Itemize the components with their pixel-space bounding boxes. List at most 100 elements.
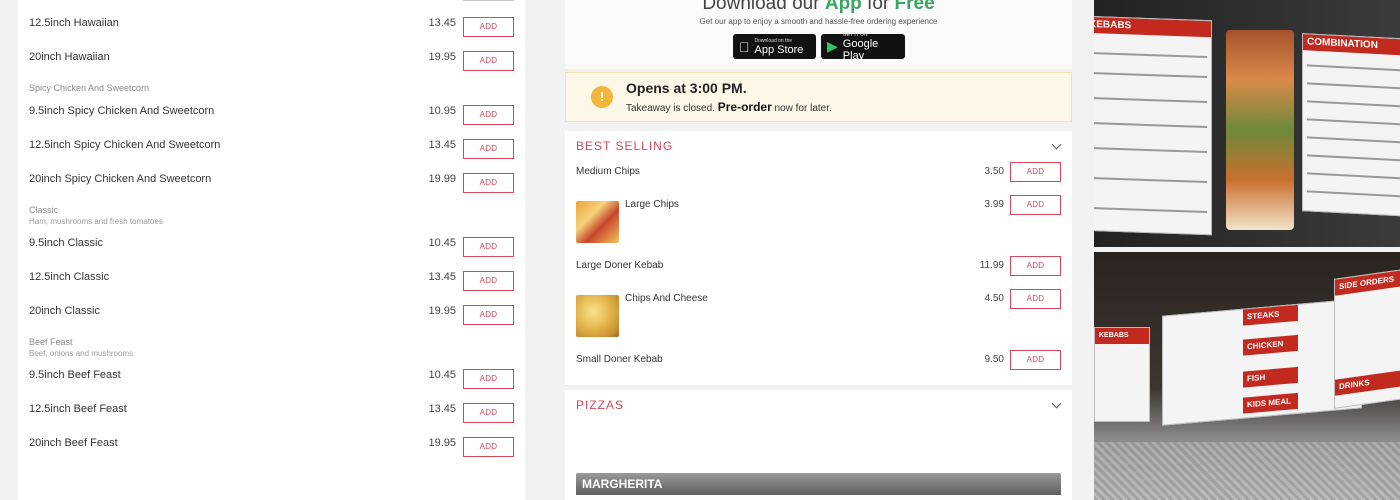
item-price: 10.45 — [428, 369, 456, 381]
item-price: 13.45 — [428, 271, 456, 283]
board-title: COMBINATION — [1303, 34, 1400, 56]
menu-item: 12.5inch Classic 13.45 ADD — [18, 270, 525, 294]
item-name: 20inch Spicy Chicken And Sweetcorn — [29, 173, 212, 185]
item-name: 20inch Hawaiian — [29, 51, 110, 63]
item-price: 3.50 — [984, 166, 1004, 177]
item-price: 19.95 — [428, 305, 456, 317]
menu-item: 20inch Classic 19.95 ADD — [18, 304, 525, 328]
best-selling-category: BEST SELLING Medium Chips 3.50 ADD Large… — [565, 131, 1072, 385]
shop-photo-menu-boards[interactable]: KEBABS STEAKS CHICKEN FISH KIDS MEAL SID… — [1094, 252, 1400, 500]
add-button[interactable]: ADD — [1010, 162, 1061, 182]
category-title[interactable]: BEST SELLING — [576, 139, 673, 153]
add-button[interactable]: ADD — [463, 17, 514, 37]
cheesy-chips-image[interactable] — [576, 295, 619, 337]
add-button[interactable]: ADD — [1010, 289, 1061, 309]
add-button[interactable]: ADD — [463, 51, 514, 71]
menu-board: KEBABS — [1094, 15, 1212, 236]
add-button[interactable]: ADD — [463, 271, 514, 291]
chevron-down-icon[interactable] — [1051, 139, 1062, 150]
section-title: Beef Feast — [29, 337, 73, 347]
item-price: 13.45 — [428, 403, 456, 415]
add-button[interactable]: ADD — [463, 437, 514, 457]
add-button[interactable]: ADD — [463, 173, 514, 193]
item-name: 12.5inch Hawaiian — [29, 17, 119, 29]
shop-photo-menu-boards[interactable]: KEBABS COMBINATION — [1094, 0, 1400, 247]
menu-item: 12.5inch Beef Feast 13.45 ADD — [18, 402, 525, 426]
add-button[interactable]: ADD — [463, 305, 514, 325]
app-store-big-text: App Store — [744, 43, 804, 56]
later-text: now for later. — [774, 103, 832, 114]
closed-text: Takeaway is closed. — [626, 103, 715, 114]
board-title: KEBABS — [1094, 16, 1211, 38]
category-title[interactable]: PIZZAS — [576, 398, 624, 412]
item-name: 12.5inch Spicy Chicken And Sweetcorn — [29, 139, 221, 151]
promo-headline: Download our App for Free — [565, 0, 1072, 15]
item-name: Chips And Cheese — [625, 293, 708, 304]
menu-item: 20inch Beef Feast 19.95 ADD — [18, 436, 525, 460]
item-price: 11.99 — [979, 260, 1004, 271]
section-header: Beef Feast Beef, onions and mushrooms — [29, 337, 133, 359]
chevron-down-icon[interactable] — [1051, 398, 1062, 409]
subcategory-header: MARGHERITA — [576, 473, 1061, 495]
menu-item: 12.5inch Spicy Chicken And Sweetcorn 13.… — [18, 138, 525, 162]
promo-headline-text: Download our — [702, 0, 820, 14]
add-button-edge — [463, 0, 514, 1]
promo-headline-free: Free — [894, 0, 935, 14]
item-name: 12.5inch Classic — [29, 271, 110, 283]
section-title: Spicy Chicken And Sweetcorn — [29, 83, 150, 93]
add-button[interactable]: ADD — [1010, 350, 1061, 370]
closed-message: Takeaway is closed. Pre-order now for la… — [626, 100, 832, 114]
add-button[interactable]: ADD — [463, 105, 514, 125]
item-name: 12.5inch Beef Feast — [29, 403, 127, 415]
board-title: FISH — [1243, 366, 1298, 388]
item-price: 13.45 — [428, 17, 456, 29]
promo-headline-for: for — [867, 0, 890, 14]
section-description: Beef, onions and mushrooms — [29, 349, 134, 358]
preorder-link[interactable]: Pre-order — [718, 100, 772, 114]
board-title: KIDS MEAL — [1243, 392, 1298, 414]
item-price: 10.95 — [428, 105, 456, 117]
board-title: STEAKS — [1243, 304, 1298, 326]
item-price: 19.95 — [428, 437, 456, 449]
add-button[interactable]: ADD — [1010, 195, 1061, 215]
menu-item: 20inch Spicy Chicken And Sweetcorn 19.99… — [18, 172, 525, 196]
app-store-button[interactable]:  Download on the App Store — [733, 34, 816, 59]
add-button[interactable]: ADD — [1010, 256, 1061, 276]
add-button[interactable]: ADD — [463, 237, 514, 257]
google-play-button[interactable]: ▶ GET IT ON Google Play — [821, 32, 905, 62]
item-price: 19.99 — [428, 173, 456, 185]
section-header: Classic Ham, mushrooms and fresh tomatoe… — [29, 205, 163, 227]
board-title: DRINKS — [1335, 370, 1400, 396]
pizzas-category: PIZZAS MARGHERITA — [565, 390, 1072, 500]
item-name: Large Doner Kebab — [576, 260, 664, 271]
item-price: 4.50 — [984, 293, 1004, 304]
board-title: KEBABS — [1095, 328, 1149, 344]
fries-image[interactable] — [576, 201, 619, 243]
item-name: Small Doner Kebab — [576, 354, 663, 365]
section-description: Ham, mushrooms and fresh tomatoes — [29, 217, 163, 226]
item-name: Medium Chips — [576, 166, 640, 177]
menu-board: COMBINATION — [1302, 33, 1400, 217]
play-icon: ▶ — [827, 38, 838, 54]
closed-notice: ! Opens at 3:00 PM. Takeaway is closed. … — [565, 72, 1072, 122]
add-button[interactable]: ADD — [463, 369, 514, 389]
item-name: 9.5inch Beef Feast — [29, 369, 121, 381]
section-header: Spicy Chicken And Sweetcorn — [29, 83, 149, 94]
menu-item: 20inch Hawaiian 19.95 ADD — [18, 50, 525, 74]
app-promo-banner: Download our App for Free Get our app to… — [565, 0, 1072, 70]
apple-icon:  — [739, 39, 750, 55]
promo-subtitle: Get our app to enjoy a smooth and hassle… — [699, 17, 938, 26]
item-name: 9.5inch Classic — [29, 237, 103, 249]
promo-headline-app: App — [824, 0, 862, 14]
item-price: 19.95 — [428, 51, 456, 63]
menu-list-panel: 12.5inch Hawaiian 13.45 ADD 20inch Hawai… — [18, 0, 525, 500]
item-price: 3.99 — [984, 199, 1004, 210]
menu-board: KEBABS — [1094, 327, 1150, 422]
item-name: 20inch Beef Feast — [29, 437, 118, 449]
menu-item: 12.5inch Hawaiian 13.45 ADD — [18, 16, 525, 40]
add-button[interactable]: ADD — [463, 403, 514, 423]
menu-item: 9.5inch Beef Feast 10.45 ADD — [18, 368, 525, 392]
menu-board: STEAKS CHICKEN FISH KIDS MEAL — [1162, 298, 1362, 426]
menu-board: SIDE ORDERS DRINKS — [1334, 269, 1400, 409]
add-button[interactable]: ADD — [463, 139, 514, 159]
